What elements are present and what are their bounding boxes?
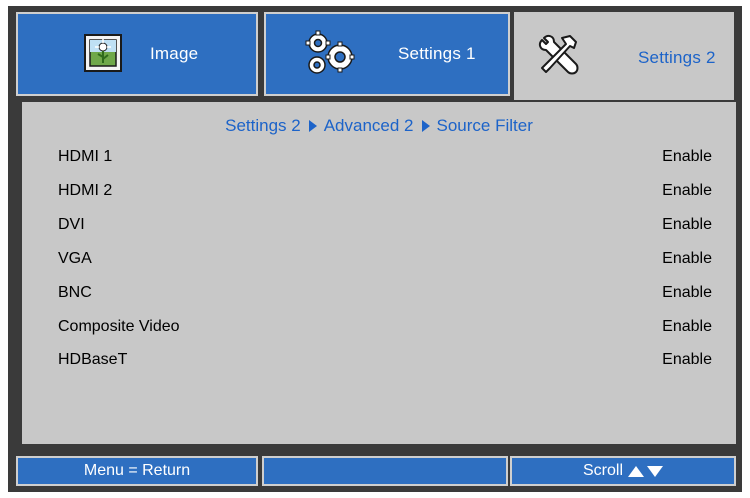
setting-label: DVI	[58, 216, 85, 233]
breadcrumb-item: Advanced 2	[323, 116, 414, 135]
tab-label: Image	[150, 44, 199, 63]
arrow-down-icon	[647, 465, 663, 477]
setting-row-composite-video[interactable]: Composite Video Enable	[58, 312, 712, 342]
setting-label: HDBaseT	[58, 351, 128, 368]
image-icon	[76, 26, 130, 80]
setting-value[interactable]: Enable	[662, 284, 712, 302]
content-panel: Settings 2 Advanced 2 Source Filter HDMI 1…	[22, 102, 736, 444]
setting-value[interactable]: Enable	[662, 351, 712, 369]
wrench-hammer-icon	[532, 28, 586, 82]
setting-row-bnc[interactable]: BNC Enable	[58, 278, 712, 308]
breadcrumb-arrow-icon	[308, 120, 317, 133]
setting-label: VGA	[58, 250, 92, 267]
setting-label: BNC	[58, 284, 92, 301]
tab-label: Settings 2	[638, 48, 716, 67]
setting-row-hdbaset[interactable]: HDBaseT Enable	[58, 345, 712, 375]
setting-row-vga[interactable]: VGA Enable	[58, 244, 712, 274]
gears-icon	[304, 26, 358, 80]
breadcrumb-item: Settings 2	[225, 116, 301, 135]
breadcrumb: Settings 2 Advanced 2 Source Filter	[22, 116, 736, 136]
setting-value[interactable]: Enable	[662, 318, 712, 336]
setting-row-hdmi-2[interactable]: HDMI 2 Enable	[58, 176, 712, 206]
footer-middle-cell	[262, 456, 508, 486]
tab-settings-1[interactable]: Settings 1	[264, 12, 510, 96]
breadcrumb-arrow-icon	[421, 120, 430, 133]
tab-label: Settings 1	[398, 44, 476, 63]
setting-value[interactable]: Enable	[662, 148, 712, 166]
setting-label: Composite Video	[58, 318, 180, 335]
setting-label: HDMI 2	[58, 182, 113, 199]
tab-settings-2[interactable]: Settings 2	[512, 10, 736, 102]
arrow-up-icon	[628, 465, 644, 477]
setting-row-hdmi-1[interactable]: HDMI 1 Enable	[58, 142, 712, 172]
scroll-hint: Scroll	[510, 456, 736, 486]
menu-return-hint: Menu = Return	[16, 456, 258, 486]
setting-value[interactable]: Enable	[662, 182, 712, 200]
setting-value[interactable]: Enable	[662, 250, 712, 268]
setting-label: HDMI 1	[58, 148, 113, 165]
footer-left-label: Menu = Return	[83, 462, 191, 479]
tab-image[interactable]: Image	[16, 12, 258, 96]
setting-value[interactable]: Enable	[662, 216, 712, 234]
osd-menu: Image Settings 1 Settings 2 Settings 2 A…	[0, 0, 750, 498]
breadcrumb-item: Source Filter	[436, 116, 533, 135]
footer-right-label: Scroll	[582, 462, 623, 479]
setting-row-dvi[interactable]: DVI Enable	[58, 210, 712, 240]
